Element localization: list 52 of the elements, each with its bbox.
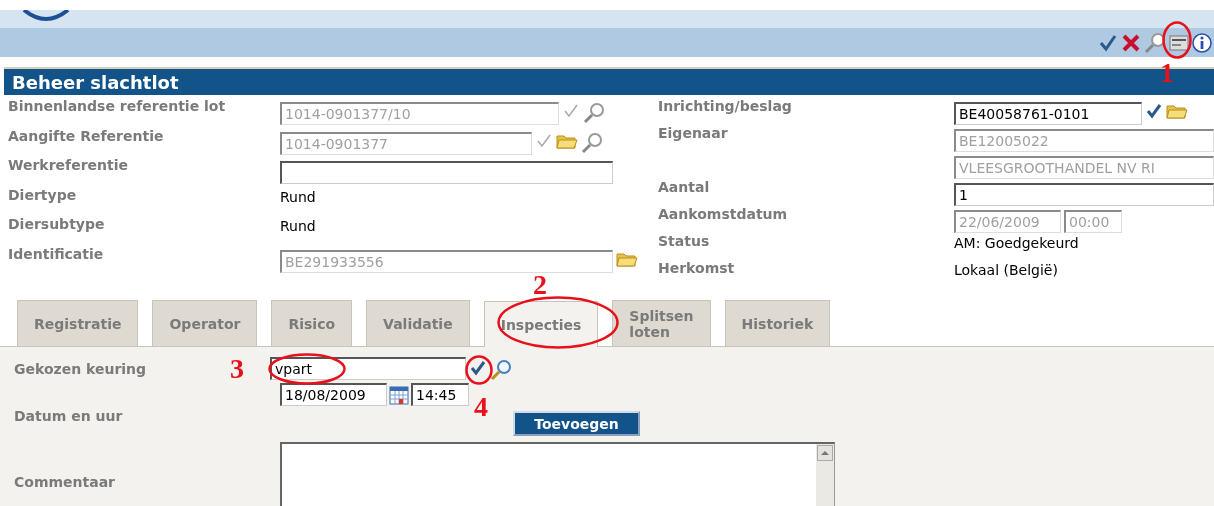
field-label: Herkomst [658,260,736,276]
input-field[interactable] [280,161,613,184]
search-icon[interactable] [1144,31,1166,54]
tab[interactable]: Operator [152,300,258,346]
logo-icon [22,10,70,22]
calendar-icon[interactable] [389,384,409,405]
page-title: Beheer slachtlot [11,71,179,93]
annotation-number: 3 [230,354,244,384]
tab[interactable]: Risico [271,300,353,346]
comment-textarea[interactable] [280,442,835,506]
check-icon[interactable] [469,359,487,377]
field-value: Lokaal (België) [954,261,1058,278]
check-icon[interactable] [1145,102,1163,120]
field-label: Identificatie [8,245,105,262]
annotation-ellipse [1162,21,1192,59]
field-label: Diersubtype [8,216,106,232]
add-button[interactable]: Toevoegen [513,411,640,436]
tab[interactable]: Historiek [724,300,831,346]
field-label: Aangifte Referentie [8,127,165,144]
annotation-ellipse [465,355,493,385]
search-icon[interactable] [583,102,605,124]
field-label: Werkreferentie [8,157,129,173]
input-field[interactable]: vpart [270,357,466,380]
field-label: Status [658,233,711,249]
input-field[interactable]: BE40058761-0101 [954,102,1142,125]
tab[interactable]: Splitsen loten [612,300,711,346]
input-field[interactable]: 1 [954,183,1214,206]
date-field[interactable]: 18/08/2009 [280,383,387,406]
info-icon[interactable] [1192,32,1212,53]
tab[interactable]: Inspecties [483,301,599,347]
field-label: Aankomstdatum [658,206,789,222]
search-icon[interactable] [581,131,603,154]
field-label: Inrichting/beslag [658,98,793,114]
field-label: Datum en uur [13,407,124,424]
field-label: Diertype [8,186,78,203]
annotation-number: 4 [474,392,488,422]
close-icon[interactable] [1121,32,1141,53]
annotation-number: 2 [533,270,547,300]
search-icon[interactable] [490,359,512,381]
field-value: AM: Goedgekeurd [954,234,1079,251]
field-label: Binnenlandse referentie lot [8,98,227,114]
field-label: Gekozen keuring [14,361,147,377]
tab[interactable]: Registratie [17,300,139,346]
field-label: Eigenaar [658,125,729,141]
field-value: Rund [280,217,316,234]
card-icon[interactable] [1169,34,1189,51]
tab[interactable]: Validatie [366,300,470,346]
time-field[interactable]: 14:45 [411,383,469,406]
field-value: Rund [280,187,316,205]
field-label: Commentaar [13,473,117,490]
field-label: Aantal [658,179,711,195]
scroll-up-icon[interactable] [817,445,833,461]
